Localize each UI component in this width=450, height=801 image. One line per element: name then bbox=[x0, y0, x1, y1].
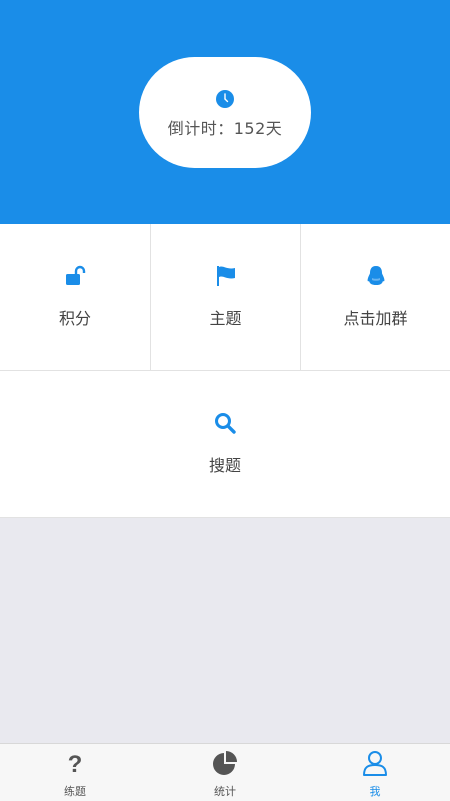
menu-item-points[interactable]: 积分 bbox=[0, 224, 151, 371]
question-mark-icon: ? bbox=[68, 751, 83, 776]
menu-item-label: 搜题 bbox=[208, 456, 241, 475]
tab-statistics[interactable]: 统计 bbox=[150, 744, 300, 801]
menu-item-search-questions[interactable]: 搜题 bbox=[0, 371, 450, 518]
menu-item-label: 积分 bbox=[58, 309, 91, 328]
unlock-icon bbox=[66, 265, 86, 285]
menu-item-theme[interactable]: 主题 bbox=[151, 224, 301, 371]
header-banner: 倒计时：152天 bbox=[0, 0, 450, 224]
search-icon bbox=[215, 413, 236, 434]
menu-item-join-group[interactable]: 点击加群 bbox=[301, 224, 450, 371]
clock-icon bbox=[216, 90, 234, 108]
tab-label: 练题 bbox=[64, 785, 86, 798]
svg-text:?: ? bbox=[68, 751, 83, 776]
qq-penguin-icon bbox=[367, 266, 384, 285]
countdown-text: 倒计时：152天 bbox=[167, 119, 283, 138]
countdown-card: 倒计时：152天 bbox=[139, 57, 311, 168]
menu-item-label: 点击加群 bbox=[343, 309, 408, 328]
tab-label: 统计 bbox=[214, 785, 236, 798]
pie-chart-icon bbox=[213, 751, 237, 775]
tab-me[interactable]: 我 bbox=[300, 744, 450, 801]
flag-icon bbox=[216, 266, 235, 286]
user-icon bbox=[363, 751, 387, 776]
menu-item-label: 主题 bbox=[209, 309, 242, 328]
tab-label: 我 bbox=[369, 785, 381, 798]
tab-practice[interactable]: ? 练题 bbox=[0, 744, 150, 801]
bottom-tab-bar: ? 练题 统计 我 bbox=[0, 743, 450, 801]
